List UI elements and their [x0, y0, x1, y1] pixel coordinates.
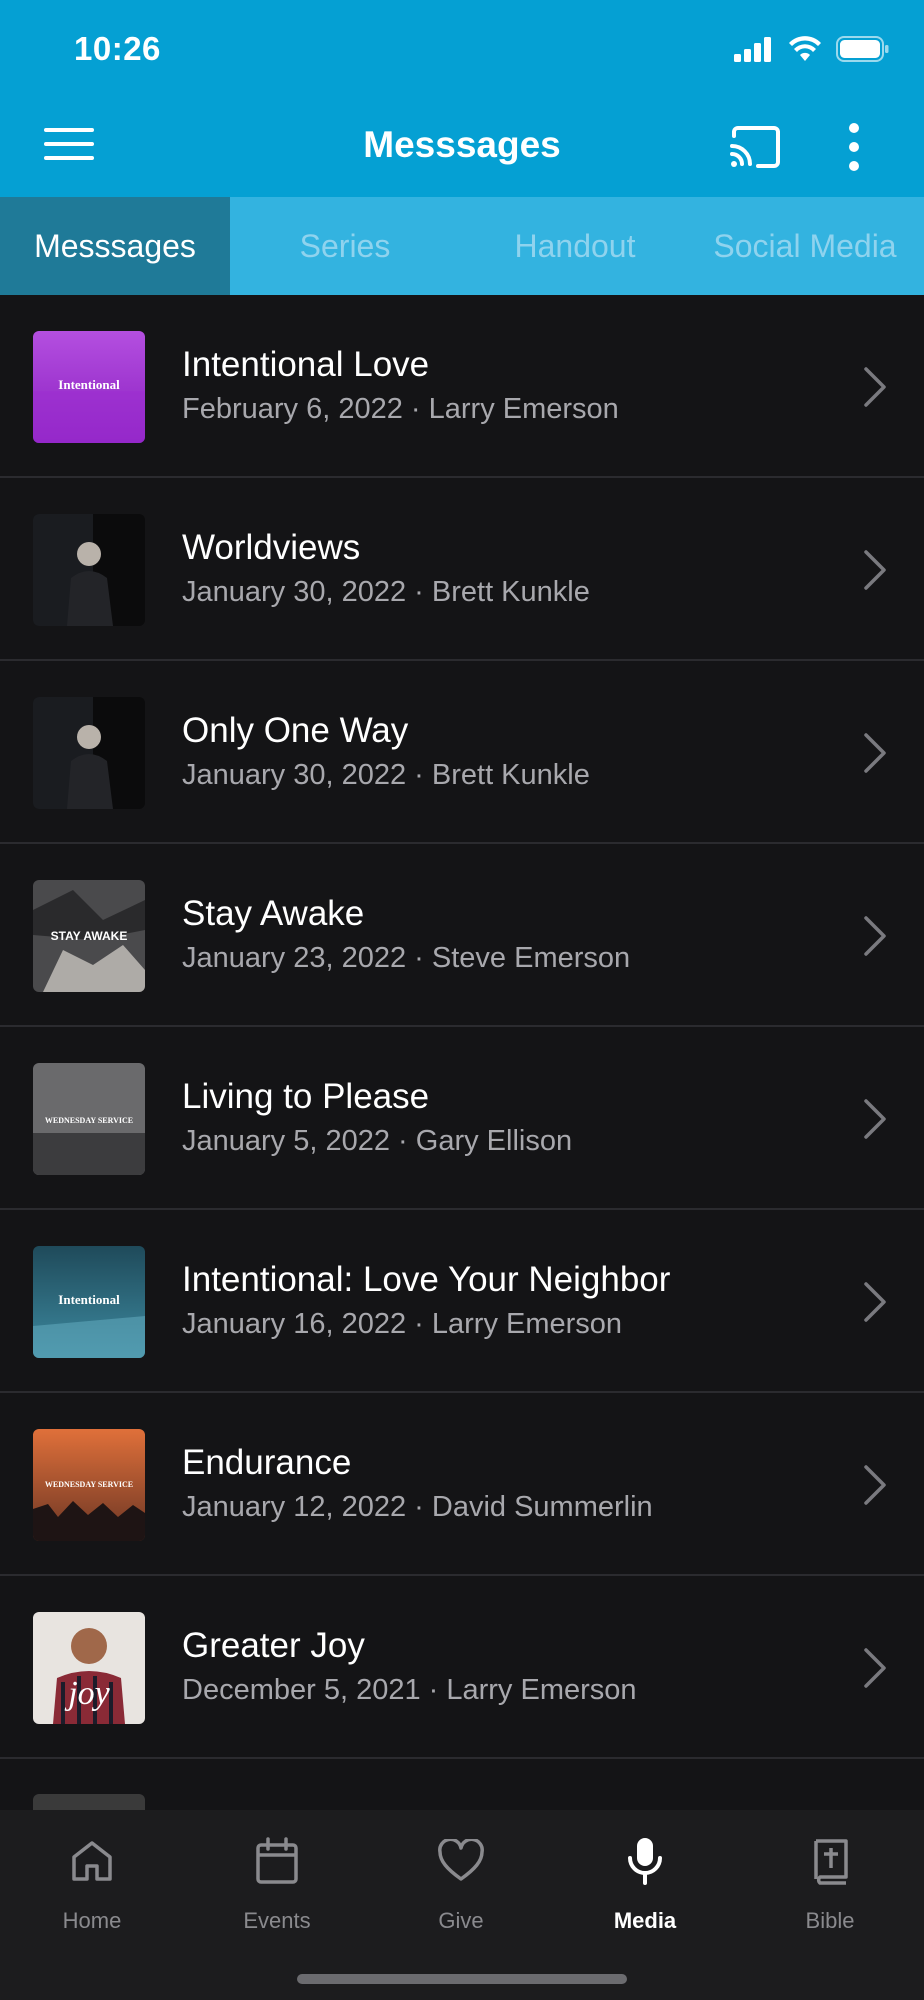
message-subtitle: January 30, 2022 · Brett Kunkle: [182, 576, 590, 608]
message-title: Only One Way: [182, 711, 409, 750]
message-subtitle: January 23, 2022 · Steve Emerson: [182, 942, 631, 974]
thumb-text: STAY AWAKE: [51, 929, 128, 943]
page-title: Messsages: [363, 124, 561, 165]
message-title: Endurance: [182, 1443, 352, 1482]
message-thumbnail: [33, 697, 145, 809]
nav-label: Events: [243, 1908, 311, 1933]
message-title: Stay Awake: [182, 894, 365, 933]
cast-icon: [730, 126, 780, 168]
message-thumbnail: [33, 1794, 145, 1810]
nav-home[interactable]: Home: [12, 1830, 172, 1950]
message-thumbnail: joy: [33, 1612, 145, 1724]
thumb-text: WEDNESDAY SERVICE: [45, 1480, 133, 1489]
nav-label: Media: [613, 1908, 677, 1933]
status-icons: [734, 36, 890, 62]
thumb-text: WEDNESDAY SERVICE: [45, 1116, 133, 1125]
tab-handout[interactable]: Handout: [460, 197, 690, 295]
nav-label: Give: [438, 1908, 484, 1933]
list-item[interactable]: Intentional Intentional: Love Your Neigh…: [0, 1210, 924, 1393]
top-bar: 10:26 Messsages: [0, 0, 924, 197]
status-time: 10:26: [74, 30, 161, 67]
list-item[interactable]: WEDNESDAY SERVICE Living to Please Janua…: [0, 1027, 924, 1210]
message-subtitle: January 5, 2022 · Gary Ellison: [182, 1125, 573, 1157]
message-title: Intentional Love: [182, 345, 430, 384]
list-item[interactable]: Intentional Intentional Love February 6,…: [0, 295, 924, 478]
tab-social-media[interactable]: Social Media: [690, 197, 920, 295]
nav-give[interactable]: Give: [381, 1830, 541, 1950]
nav-label: Bible: [805, 1908, 855, 1933]
calendar-icon: [256, 1837, 298, 1884]
battery-icon: [836, 36, 889, 62]
chevron-right-icon: [864, 1282, 886, 1322]
message-subtitle: January 30, 2022 · Brett Kunkle: [182, 759, 590, 791]
list-item[interactable]: STAY AWAKE Stay Awake January 23, 2022 ·…: [0, 844, 924, 1027]
message-subtitle: February 6, 2022 · Larry Emerson: [182, 393, 619, 425]
microphone-icon: [628, 1838, 662, 1885]
nav-media[interactable]: Media: [565, 1830, 725, 1950]
home-icon: [72, 1841, 112, 1881]
chevron-right-icon: [864, 733, 886, 773]
message-thumbnail: WEDNESDAY SERVICE: [33, 1429, 145, 1541]
chevron-right-icon: [864, 1465, 886, 1505]
message-title: Worldviews: [182, 528, 361, 567]
message-thumbnail: WEDNESDAY SERVICE: [33, 1063, 145, 1175]
bible-icon: [814, 1839, 848, 1885]
message-thumbnail: Intentional: [33, 331, 145, 443]
thumb-text: Intentional: [58, 1292, 120, 1307]
list-item[interactable]: WEDNESDAY SERVICE Endurance January 12, …: [0, 1393, 924, 1576]
message-thumbnail: STAY AWAKE: [33, 880, 145, 992]
message-thumbnail: Intentional: [33, 1246, 145, 1358]
list-item[interactable]: joy Greater Joy December 5, 2021 · Larry…: [0, 1576, 924, 1759]
chevron-right-icon: [864, 916, 886, 956]
more-options-button[interactable]: [842, 120, 866, 174]
tab-series[interactable]: Series: [230, 197, 460, 295]
list-item-partial[interactable]: [0, 1759, 924, 1810]
message-title: Living to Please: [182, 1077, 430, 1116]
more-vertical-icon: [849, 123, 859, 171]
chevron-right-icon: [864, 367, 886, 407]
chevron-right-icon: [864, 1099, 886, 1139]
bottom-nav: Home Events Give Media Bible: [0, 1810, 924, 2000]
nav-label: Home: [62, 1908, 122, 1933]
home-indicator[interactable]: [297, 1974, 627, 1984]
thumb-text: joy: [64, 1675, 110, 1712]
chevron-right-icon: [864, 550, 886, 590]
message-subtitle: January 12, 2022 · David Summerlin: [182, 1491, 653, 1523]
nav-events[interactable]: Events: [197, 1830, 357, 1950]
cast-button[interactable]: [728, 124, 782, 170]
thumb-text: Intentional: [58, 377, 120, 392]
message-thumbnail: [33, 514, 145, 626]
message-title: Greater Joy: [182, 1626, 365, 1665]
chevron-right-icon: [864, 1648, 886, 1688]
message-subtitle: January 16, 2022 · Larry Emerson: [182, 1308, 623, 1340]
heart-icon: [438, 1839, 484, 1881]
list-item[interactable]: Worldviews January 30, 2022 · Brett Kunk…: [0, 478, 924, 661]
nav-bible[interactable]: Bible: [750, 1830, 910, 1950]
message-subtitle: December 5, 2021 · Larry Emerson: [182, 1674, 637, 1706]
list-item[interactable]: Only One Way January 30, 2022 · Brett Ku…: [0, 661, 924, 844]
signal-icon: [734, 37, 771, 62]
tab-bar: Messsages Series Handout Social Media: [0, 197, 924, 295]
message-title: Intentional: Love Your Neighbor: [182, 1260, 671, 1299]
wifi-icon: [789, 36, 821, 61]
tab-messages[interactable]: Messsages: [0, 197, 230, 295]
message-list: Intentional Intentional Love February 6,…: [0, 295, 924, 1810]
